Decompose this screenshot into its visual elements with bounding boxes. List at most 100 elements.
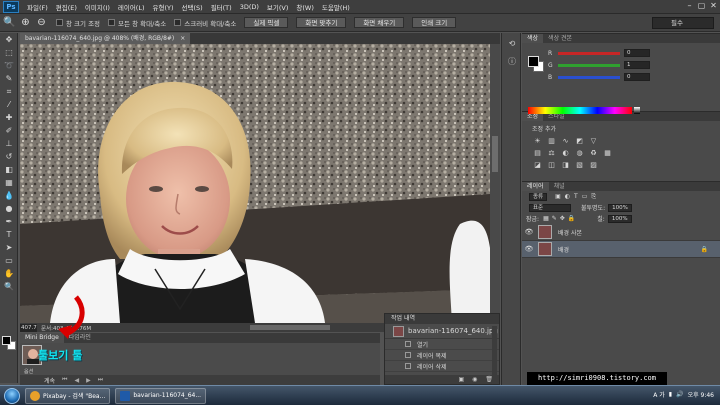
fit-screen-button[interactable]: 화면 맞추기: [296, 17, 347, 28]
gradient-map-icon[interactable]: ▨: [588, 160, 599, 170]
brush-tool-icon[interactable]: ✐: [0, 124, 18, 137]
tab-color[interactable]: 색상: [522, 34, 544, 43]
menu-help[interactable]: 도움말(H): [318, 2, 354, 12]
brightness-contrast-icon[interactable]: ☀: [532, 136, 543, 146]
horizontal-scrollbar[interactable]: [250, 325, 330, 330]
history-panel-title[interactable]: 작업 내역: [385, 314, 499, 324]
close-tab-icon[interactable]: ×: [180, 35, 185, 42]
opacity-field[interactable]: 100%: [608, 203, 632, 212]
zoom-tool-icon[interactable]: 🔍: [0, 280, 18, 293]
actual-pixels-button[interactable]: 실제 픽셀: [244, 17, 289, 28]
clone-stamp-tool-icon[interactable]: ⊥: [0, 137, 18, 150]
eraser-tool-icon[interactable]: ◧: [0, 163, 18, 176]
fill-screen-button[interactable]: 화면 채우기: [354, 17, 405, 28]
menu-layer[interactable]: 레이어(L): [114, 2, 149, 12]
red-value-field[interactable]: 0: [624, 49, 650, 57]
invert-icon[interactable]: ◪: [532, 160, 543, 170]
input-language-indicator[interactable]: A 가: [653, 390, 665, 399]
history-snapshot[interactable]: bavarian-116074_640.jpg: [385, 324, 499, 339]
photo-filter-icon[interactable]: ◍: [574, 148, 585, 158]
lock-all-icon[interactable]: 🔒: [568, 215, 575, 222]
dodge-tool-icon[interactable]: ●: [0, 202, 18, 215]
path-select-tool-icon[interactable]: ➤: [0, 241, 18, 254]
taskbar-photoshop-button[interactable]: bavarian-116074_64...: [115, 387, 207, 404]
filter-pixel-icon[interactable]: ▣: [555, 193, 561, 200]
menu-file[interactable]: 파일(F): [23, 2, 52, 12]
shape-tool-icon[interactable]: ▭: [0, 254, 18, 267]
camera-icon[interactable]: ◉: [472, 375, 477, 384]
hand-tool-icon[interactable]: ✋: [0, 267, 18, 280]
selective-color-icon[interactable]: ▧: [574, 160, 585, 170]
exposure-icon[interactable]: ◩: [574, 136, 585, 146]
history-panel-icon[interactable]: ⟲: [502, 37, 522, 51]
layer-row-selected[interactable]: 👁 배경 🔒: [522, 241, 720, 258]
vibrance-icon[interactable]: ▽: [588, 136, 599, 146]
fill-field[interactable]: 100%: [607, 214, 632, 223]
visibility-eye-icon[interactable]: 👁: [522, 245, 536, 253]
checkbox-box[interactable]: [56, 19, 63, 26]
healing-brush-tool-icon[interactable]: ✚: [0, 111, 18, 124]
checkbox-box[interactable]: [108, 19, 116, 26]
zoom-level-field[interactable]: 407.79%: [20, 323, 37, 332]
blend-mode-select[interactable]: 표준: [529, 203, 571, 212]
resize-windows-checkbox[interactable]: 창 크기 조정: [56, 18, 100, 28]
menu-window[interactable]: 창(W): [292, 2, 317, 12]
black-white-icon[interactable]: ◐: [560, 148, 571, 158]
trash-icon[interactable]: 🗑: [485, 375, 493, 384]
properties-panel-icon[interactable]: ⓘ: [502, 55, 522, 69]
history-item[interactable]: 열기: [385, 339, 499, 350]
clock[interactable]: 오후 9:46: [688, 390, 714, 399]
eyedropper-tool-icon[interactable]: ⁄: [0, 98, 18, 111]
curves-icon[interactable]: ∿: [560, 136, 571, 146]
maximize-button[interactable]: ▢: [697, 1, 706, 10]
quick-select-tool-icon[interactable]: ✎: [0, 72, 18, 85]
channel-mixer-icon[interactable]: ♻: [588, 148, 599, 158]
history-brush-tool-icon[interactable]: ↺: [0, 150, 18, 163]
lock-position-icon[interactable]: ✥: [560, 215, 565, 222]
levels-icon[interactable]: ▥: [546, 136, 557, 146]
foreground-color[interactable]: [2, 336, 11, 345]
start-button[interactable]: [4, 387, 20, 404]
print-size-button[interactable]: 인쇄 크기: [412, 17, 457, 28]
marquee-tool-icon[interactable]: ⬚: [0, 46, 18, 59]
volume-icon[interactable]: 🔊: [676, 391, 683, 398]
tab-layers[interactable]: 레이어: [522, 182, 549, 191]
new-document-from-state-icon[interactable]: ▣: [458, 375, 464, 384]
zoom-out-icon[interactable]: ⊖: [35, 16, 48, 29]
color-swatches[interactable]: [2, 336, 16, 350]
posterize-icon[interactable]: ◫: [546, 160, 557, 170]
type-tool-icon[interactable]: T: [0, 228, 18, 241]
crop-tool-icon[interactable]: ⌗: [0, 85, 18, 98]
menu-edit[interactable]: 편집(E): [52, 2, 81, 12]
filter-shape-icon[interactable]: ▭: [582, 193, 588, 200]
blue-value-field[interactable]: 0: [624, 73, 650, 81]
filter-smart-icon[interactable]: ⎘: [591, 193, 596, 201]
layer-kind-select[interactable]: 종류: [529, 192, 548, 201]
first-frame-icon[interactable]: ⏮: [62, 376, 67, 384]
color-balance-icon[interactable]: ⚖: [546, 148, 557, 158]
scrollbar-thumb[interactable]: [492, 136, 498, 172]
menu-image[interactable]: 이미지(I): [81, 2, 114, 12]
hue-saturation-icon[interactable]: ▤: [532, 148, 543, 158]
move-tool-icon[interactable]: ✥: [0, 33, 18, 46]
pen-tool-icon[interactable]: ✒: [0, 215, 18, 228]
blur-tool-icon[interactable]: 💧: [0, 189, 18, 202]
color-panel-foreground[interactable]: [528, 56, 539, 67]
document-tab[interactable]: bavarian-116074_640.jpg @ 408% (배경, RGB/…: [20, 33, 191, 44]
history-scrollbar[interactable]: [492, 326, 497, 376]
green-value-field[interactable]: 1: [624, 61, 650, 69]
zoom-tool-preset-icon[interactable]: 🔍: [3, 16, 16, 29]
prev-frame-icon[interactable]: ◀: [74, 377, 79, 384]
visibility-eye-icon[interactable]: 👁: [522, 228, 536, 236]
menu-type[interactable]: 유형(Y): [149, 2, 178, 12]
next-frame-icon[interactable]: ⏭: [98, 376, 103, 384]
network-icon[interactable]: ▮: [669, 391, 672, 398]
menu-view[interactable]: 보기(V): [263, 2, 292, 12]
lasso-tool-icon[interactable]: ➰: [0, 59, 18, 72]
close-button[interactable]: ✕: [709, 1, 718, 10]
threshold-icon[interactable]: ◨: [560, 160, 571, 170]
green-slider[interactable]: [558, 63, 620, 67]
blue-slider[interactable]: [558, 75, 620, 79]
filter-adjustment-icon[interactable]: ◐: [565, 193, 570, 200]
taskbar-chrome-button[interactable]: Pixabay - 검색 "Bea...: [25, 387, 111, 404]
